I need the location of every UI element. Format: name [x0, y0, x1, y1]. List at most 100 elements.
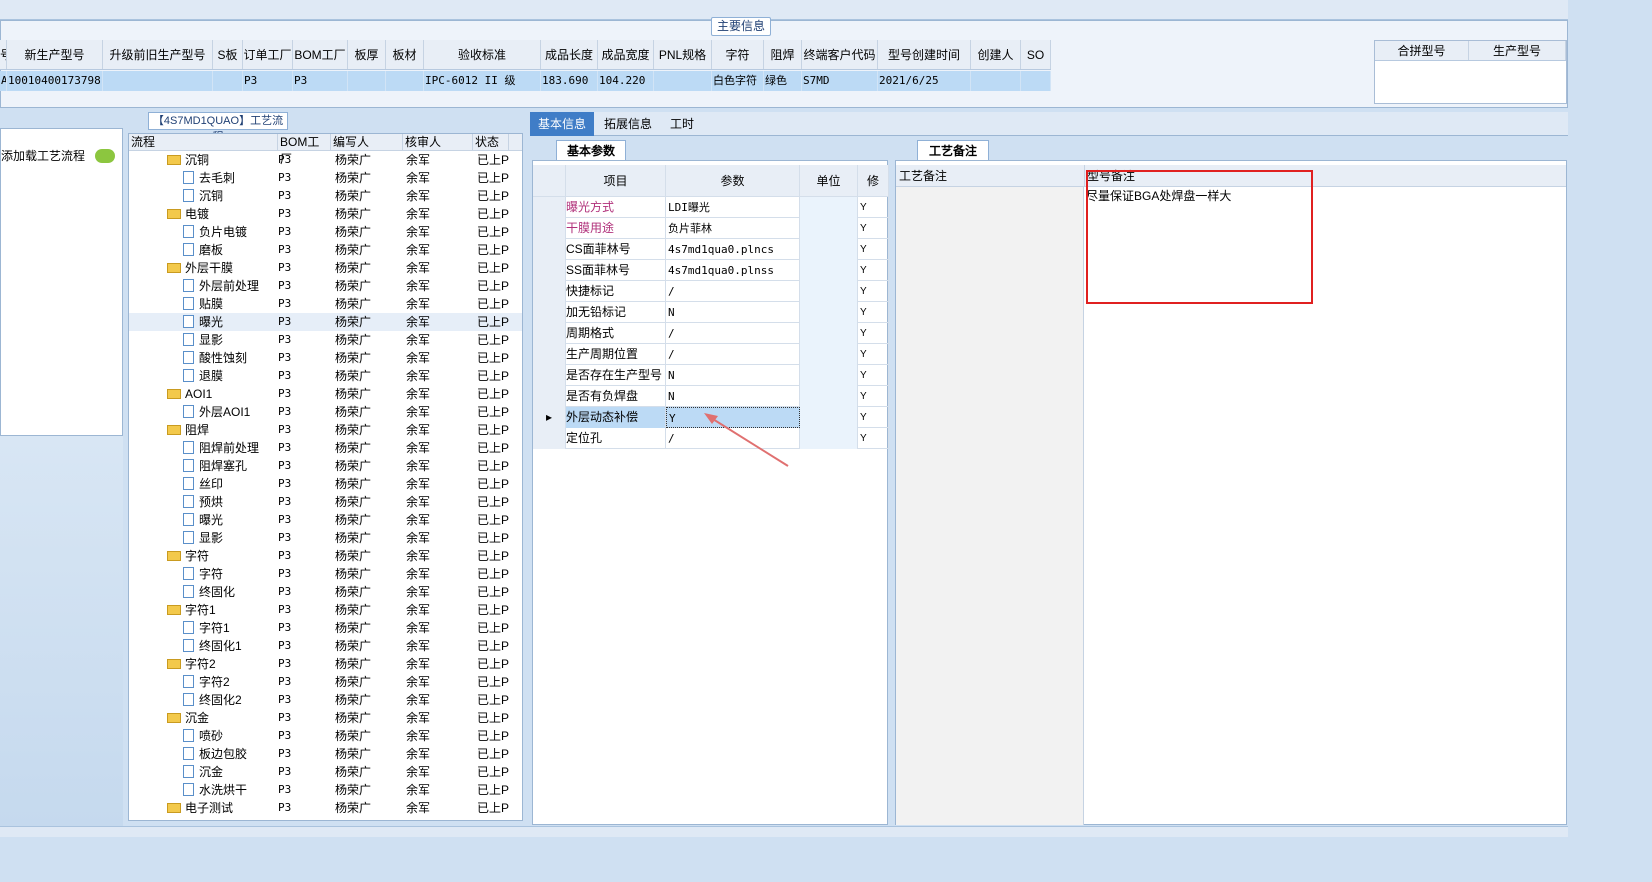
col-param[interactable]: 参数	[666, 165, 800, 197]
param-value[interactable]: 负片菲林	[666, 218, 800, 239]
param-row[interactable]: 快捷标记 / Y	[533, 281, 889, 302]
param-value[interactable]: N	[666, 365, 800, 386]
param-row[interactable]: 周期格式 / Y	[533, 323, 889, 344]
flow-row[interactable]: 沉铜 P3 杨荣广 余军 已上P	[129, 187, 522, 205]
main-cell[interactable]: S7MD	[802, 71, 878, 91]
process-note-area[interactable]	[896, 187, 1084, 825]
main-col-header[interactable]: 订单工厂	[243, 40, 293, 69]
main-cell[interactable]	[971, 71, 1021, 91]
col-flow[interactable]: 流程	[129, 134, 278, 151]
flow-row[interactable]: 水洗烘干 P3 杨荣广 余军 已上P	[129, 781, 522, 799]
flow-row[interactable]: 沉铜 P3 杨荣广 余军 已上P	[129, 151, 522, 169]
col-bom-factory[interactable]: BOM工厂	[278, 134, 331, 166]
param-row[interactable]: 是否存在生产型号 N Y	[533, 365, 889, 386]
param-unit[interactable]	[800, 344, 858, 365]
col-production-model[interactable]: 生产型号	[1469, 41, 1566, 60]
param-row[interactable]: CS面菲林号 4s7md1qua0.plncs Y	[533, 239, 889, 260]
flow-row[interactable]: 酸性蚀刻 P3 杨荣广 余军 已上P	[129, 349, 522, 367]
param-unit[interactable]	[800, 281, 858, 302]
param-value[interactable]: 4s7md1qua0.plnss	[666, 260, 800, 281]
param-value[interactable]: LDI曝光	[666, 197, 800, 218]
col-item[interactable]: 项目	[566, 165, 666, 197]
flow-row[interactable]: 外层前处理 P3 杨荣广 余军 已上P	[129, 277, 522, 295]
main-cell[interactable]: P3	[293, 71, 348, 91]
flow-row[interactable]: 阻焊前处理 P3 杨荣广 余军 已上P	[129, 439, 522, 457]
param-unit[interactable]	[800, 302, 858, 323]
main-col-header[interactable]: 终端客户代码	[802, 40, 878, 69]
col-modify[interactable]: 修	[858, 165, 889, 197]
main-cell[interactable]: 104.220	[598, 71, 654, 91]
param-unit[interactable]	[800, 407, 858, 428]
param-value[interactable]: /	[666, 281, 800, 302]
main-cell[interactable]: 白色字符	[712, 71, 764, 91]
col-process-note[interactable]: 工艺备注	[899, 165, 947, 187]
tab-basic-info[interactable]: 基本信息	[530, 112, 595, 136]
main-col-header[interactable]: S板	[213, 40, 243, 69]
param-row[interactable]: 是否有负焊盘 N Y	[533, 386, 889, 407]
flow-row[interactable]: 曝光 P3 杨荣广 余军 已上P	[129, 511, 522, 529]
flow-row[interactable]: 终固化2 P3 杨荣广 余军 已上P	[129, 691, 522, 709]
param-unit[interactable]	[800, 218, 858, 239]
main-cell[interactable]	[654, 71, 712, 91]
flow-row[interactable]: 丝印 P3 杨荣广 余军 已上P	[129, 475, 522, 493]
flow-row[interactable]: 外层干膜 P3 杨荣广 余军 已上P	[129, 259, 522, 277]
main-col-header[interactable]: 验收标准	[424, 40, 541, 69]
main-col-header[interactable]: 新生产型号	[7, 40, 103, 69]
param-row[interactable]: 干膜用途 负片菲林 Y	[533, 218, 889, 239]
param-unit[interactable]	[800, 197, 858, 218]
main-col-header[interactable]: 升级前旧生产型号	[103, 40, 213, 69]
param-unit[interactable]	[800, 239, 858, 260]
chat-icon[interactable]	[95, 149, 115, 163]
main-cell[interactable]	[1021, 71, 1051, 91]
flow-row[interactable]: 负片电镀 P3 杨荣广 余军 已上P	[129, 223, 522, 241]
flow-row[interactable]: 显影 P3 杨荣广 余军 已上P	[129, 529, 522, 547]
param-value[interactable]: N	[666, 386, 800, 407]
col-status[interactable]: 状态	[473, 134, 509, 151]
main-cell[interactable]	[213, 71, 243, 91]
subtab-basic-params[interactable]: 基本参数	[556, 140, 626, 160]
flow-row[interactable]: 贴膜 P3 杨荣广 余军 已上P	[129, 295, 522, 313]
flow-row[interactable]: 终固化1 P3 杨荣广 余军 已上P	[129, 637, 522, 655]
flow-row[interactable]: 字符1 P3 杨荣广 余军 已上P	[129, 601, 522, 619]
subtab-process-notes[interactable]: 工艺备注	[917, 140, 989, 160]
param-row[interactable]: SS面菲林号 4s7md1qua0.plnss Y	[533, 260, 889, 281]
flow-row[interactable]: 终固化 P3 杨荣广 余军 已上P	[129, 583, 522, 601]
flow-row[interactable]: 外层AOI1 P3 杨荣广 余军 已上P	[129, 403, 522, 421]
main-cell[interactable]: A0	[0, 71, 7, 91]
flow-row[interactable]: 字符 P3 杨荣广 余军 已上P	[129, 565, 522, 583]
main-cell[interactable]: 绿色	[764, 71, 802, 91]
param-unit[interactable]	[800, 260, 858, 281]
flow-row[interactable]: 板边包胶 P3 杨荣广 余军 已上P	[129, 745, 522, 763]
main-cell[interactable]: IPC-6012 II 级	[424, 71, 541, 91]
flow-row[interactable]: 去毛刺 P3 杨荣广 余军 已上P	[129, 169, 522, 187]
flow-row[interactable]: 沉金 P3 杨荣广 余军 已上P	[129, 709, 522, 727]
flow-row[interactable]: 字符2 P3 杨荣广 余军 已上P	[129, 655, 522, 673]
main-col-header[interactable]: 阻焊	[764, 40, 802, 69]
flow-row[interactable]: 退膜 P3 杨荣广 余军 已上P	[129, 367, 522, 385]
main-col-header[interactable]: PNL规格	[654, 40, 712, 69]
flow-row[interactable]: 预烘 P3 杨荣广 余军 已上P	[129, 493, 522, 511]
flow-row[interactable]: 沉金 P3 杨荣广 余军 已上P	[129, 763, 522, 781]
param-value[interactable]: 4s7md1qua0.plncs	[666, 239, 800, 260]
flow-row[interactable]: 电子测试 P3 杨荣广 余军 已上P	[129, 799, 522, 817]
main-data-row[interactable]: A010010400173798 P3P3 IPC-6012 II 级183.690…	[0, 71, 1051, 91]
param-unit[interactable]	[800, 386, 858, 407]
main-col-header[interactable]: 成品宽度	[598, 40, 654, 69]
flow-row[interactable]: 阻焊塞孔 P3 杨荣广 余军 已上P	[129, 457, 522, 475]
param-row[interactable]: 生产周期位置 / Y	[533, 344, 889, 365]
flow-row[interactable]: 喷砂 P3 杨荣广 余军 已上P	[129, 727, 522, 745]
flow-row[interactable]: 字符1 P3 杨荣广 余军 已上P	[129, 619, 522, 637]
flow-row[interactable]: 显影 P3 杨荣广 余军 已上P	[129, 331, 522, 349]
main-cell[interactable]	[386, 71, 424, 91]
flow-row[interactable]: AOI1 P3 杨荣广 余军 已上P	[129, 385, 522, 403]
main-col-header[interactable]: BOM工厂	[293, 40, 348, 69]
load-flow-label[interactable]: 添加载工艺流程	[1, 147, 85, 165]
param-row[interactable]: 曝光方式 LDI曝光 Y	[533, 197, 889, 218]
param-row[interactable]: 加无铅标记 N Y	[533, 302, 889, 323]
flow-row[interactable]: 曝光 P3 杨荣广 余军 已上P	[129, 313, 522, 331]
tab-extended-info[interactable]: 拓展信息	[596, 112, 660, 136]
col-writer[interactable]: 编写人	[331, 134, 403, 151]
main-col-header[interactable]: 创建人	[971, 40, 1021, 69]
main-cell[interactable]: P3	[243, 71, 293, 91]
main-cell[interactable]	[103, 71, 213, 91]
